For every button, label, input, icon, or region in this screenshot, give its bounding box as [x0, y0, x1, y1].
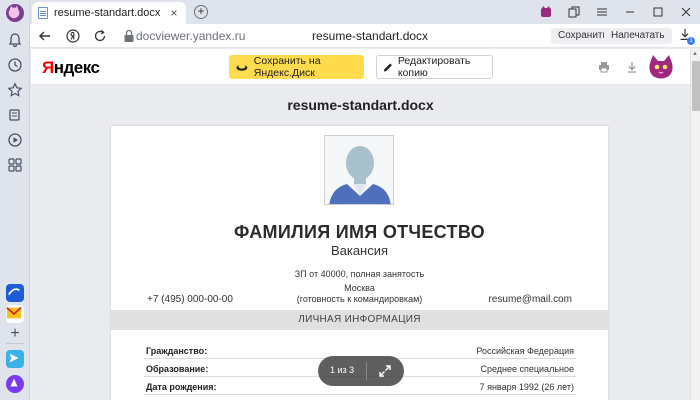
resume-phone: +7 (495) 000-00-00 [147, 294, 233, 305]
document-icon [38, 7, 48, 19]
play-icon[interactable] [7, 132, 23, 148]
pencil-icon [383, 62, 392, 72]
history-icon[interactable] [7, 57, 23, 73]
downloads-badge: 1 [687, 37, 695, 45]
minimize-icon[interactable] [616, 0, 644, 24]
maximize-icon[interactable] [644, 0, 672, 24]
resume-full-name: ФАМИЛИЯ ИМЯ ОТЧЕСТВО [234, 222, 485, 242]
bell-icon[interactable] [7, 32, 23, 48]
yandex-search-icon[interactable] [65, 28, 81, 44]
back-arrow-icon[interactable] [37, 28, 53, 44]
profile-avatar-icon[interactable] [6, 4, 24, 22]
tabs-overview-icon[interactable] [560, 0, 588, 24]
rail-divider [6, 343, 24, 344]
scrollbar-thumb[interactable] [692, 61, 700, 111]
menu-icon[interactable] [588, 0, 616, 24]
address-bar: docviewer.yandex.ru resume-standart.docx… [30, 24, 700, 48]
info-key: Гражданство: [146, 346, 208, 356]
info-key: Дата рождения: [146, 382, 217, 392]
scroll-up-icon[interactable]: ▲ [692, 51, 698, 57]
collections-icon[interactable] [7, 107, 23, 123]
yandex-logo[interactable]: Яндекс [42, 58, 100, 78]
download-icon[interactable] [625, 60, 639, 74]
lock-icon[interactable] [122, 29, 136, 46]
save-to-disk-label: Сохранить на Яндекс.Диск [253, 55, 321, 79]
fullscreen-expand-icon[interactable] [378, 364, 392, 378]
edit-copy-button[interactable]: Редактировать копию [376, 55, 493, 79]
alice-assistant-icon[interactable] [6, 375, 24, 393]
resume-city: Москва [344, 283, 375, 293]
print-icon[interactable] [597, 60, 611, 74]
extension-cat-icon[interactable] [532, 0, 560, 24]
cloud-disk-icon [236, 64, 248, 71]
tab-title: resume-standart.docx [54, 7, 161, 19]
save-to-disk-button[interactable]: Сохранить на Яндекс.Диск [229, 55, 364, 79]
address-page-title: resume-standart.docx [312, 29, 429, 43]
page-navigator[interactable]: 1 из 3 [318, 356, 404, 386]
edit-copy-label: Редактировать копию [397, 55, 471, 79]
resume-email: resume@mail.com [488, 294, 572, 305]
add-app-icon[interactable]: + [7, 325, 23, 342]
document-name: resume-standart.docx [287, 97, 434, 113]
resume-vacancy: Вакансия [330, 243, 389, 258]
window-controls [532, 0, 700, 24]
user-avatar[interactable] [647, 54, 675, 80]
info-key: Образование: [146, 364, 209, 374]
vertical-scrollbar[interactable]: ▲ [690, 49, 700, 400]
weather-app-icon[interactable] [6, 284, 24, 302]
viewer-toolbar: Яндекс Сохранить на Яндекс.Диск Редактир… [31, 49, 690, 85]
profile-photo-placeholder [324, 135, 394, 205]
close-window-icon[interactable] [672, 0, 700, 24]
logo-first-letter: Я [42, 58, 54, 77]
reload-icon[interactable] [92, 28, 108, 44]
info-value: 7 января 1992 (26 лет) [479, 382, 574, 392]
pager-divider [366, 362, 367, 380]
info-value: Российская Федерация [476, 346, 574, 356]
document-viewport: resume-standart.docx ФАМИЛИЯ ИМЯ ОТЧЕСТВ… [31, 86, 690, 400]
page-counter[interactable]: 1 из 3 [330, 365, 354, 375]
resume-salary: ЗП от 40000, полная занятость [294, 269, 425, 279]
sidebar-rail: + [0, 0, 30, 400]
logo-rest: ндекс [53, 58, 100, 77]
new-tab-button[interactable]: + [194, 5, 208, 19]
tab-strip: resume-standart.docx × + [30, 0, 700, 24]
tab-close-icon[interactable]: × [168, 6, 180, 20]
mail-app-icon[interactable] [6, 305, 24, 323]
url-text[interactable]: docviewer.yandex.ru [136, 29, 245, 43]
apps-grid-icon[interactable] [7, 157, 23, 173]
tab-active[interactable]: resume-standart.docx × [32, 2, 186, 24]
messenger-app-icon[interactable] [6, 350, 24, 368]
section-header-personal: ЛИЧНАЯ ИНФОРМАЦИЯ [111, 310, 608, 330]
bookmarks-star-icon[interactable] [7, 82, 23, 98]
print-page-button[interactable]: Напечатать [604, 28, 672, 44]
info-value: Среднее специальное [480, 364, 574, 374]
downloads-icon[interactable]: 1 [678, 28, 695, 45]
